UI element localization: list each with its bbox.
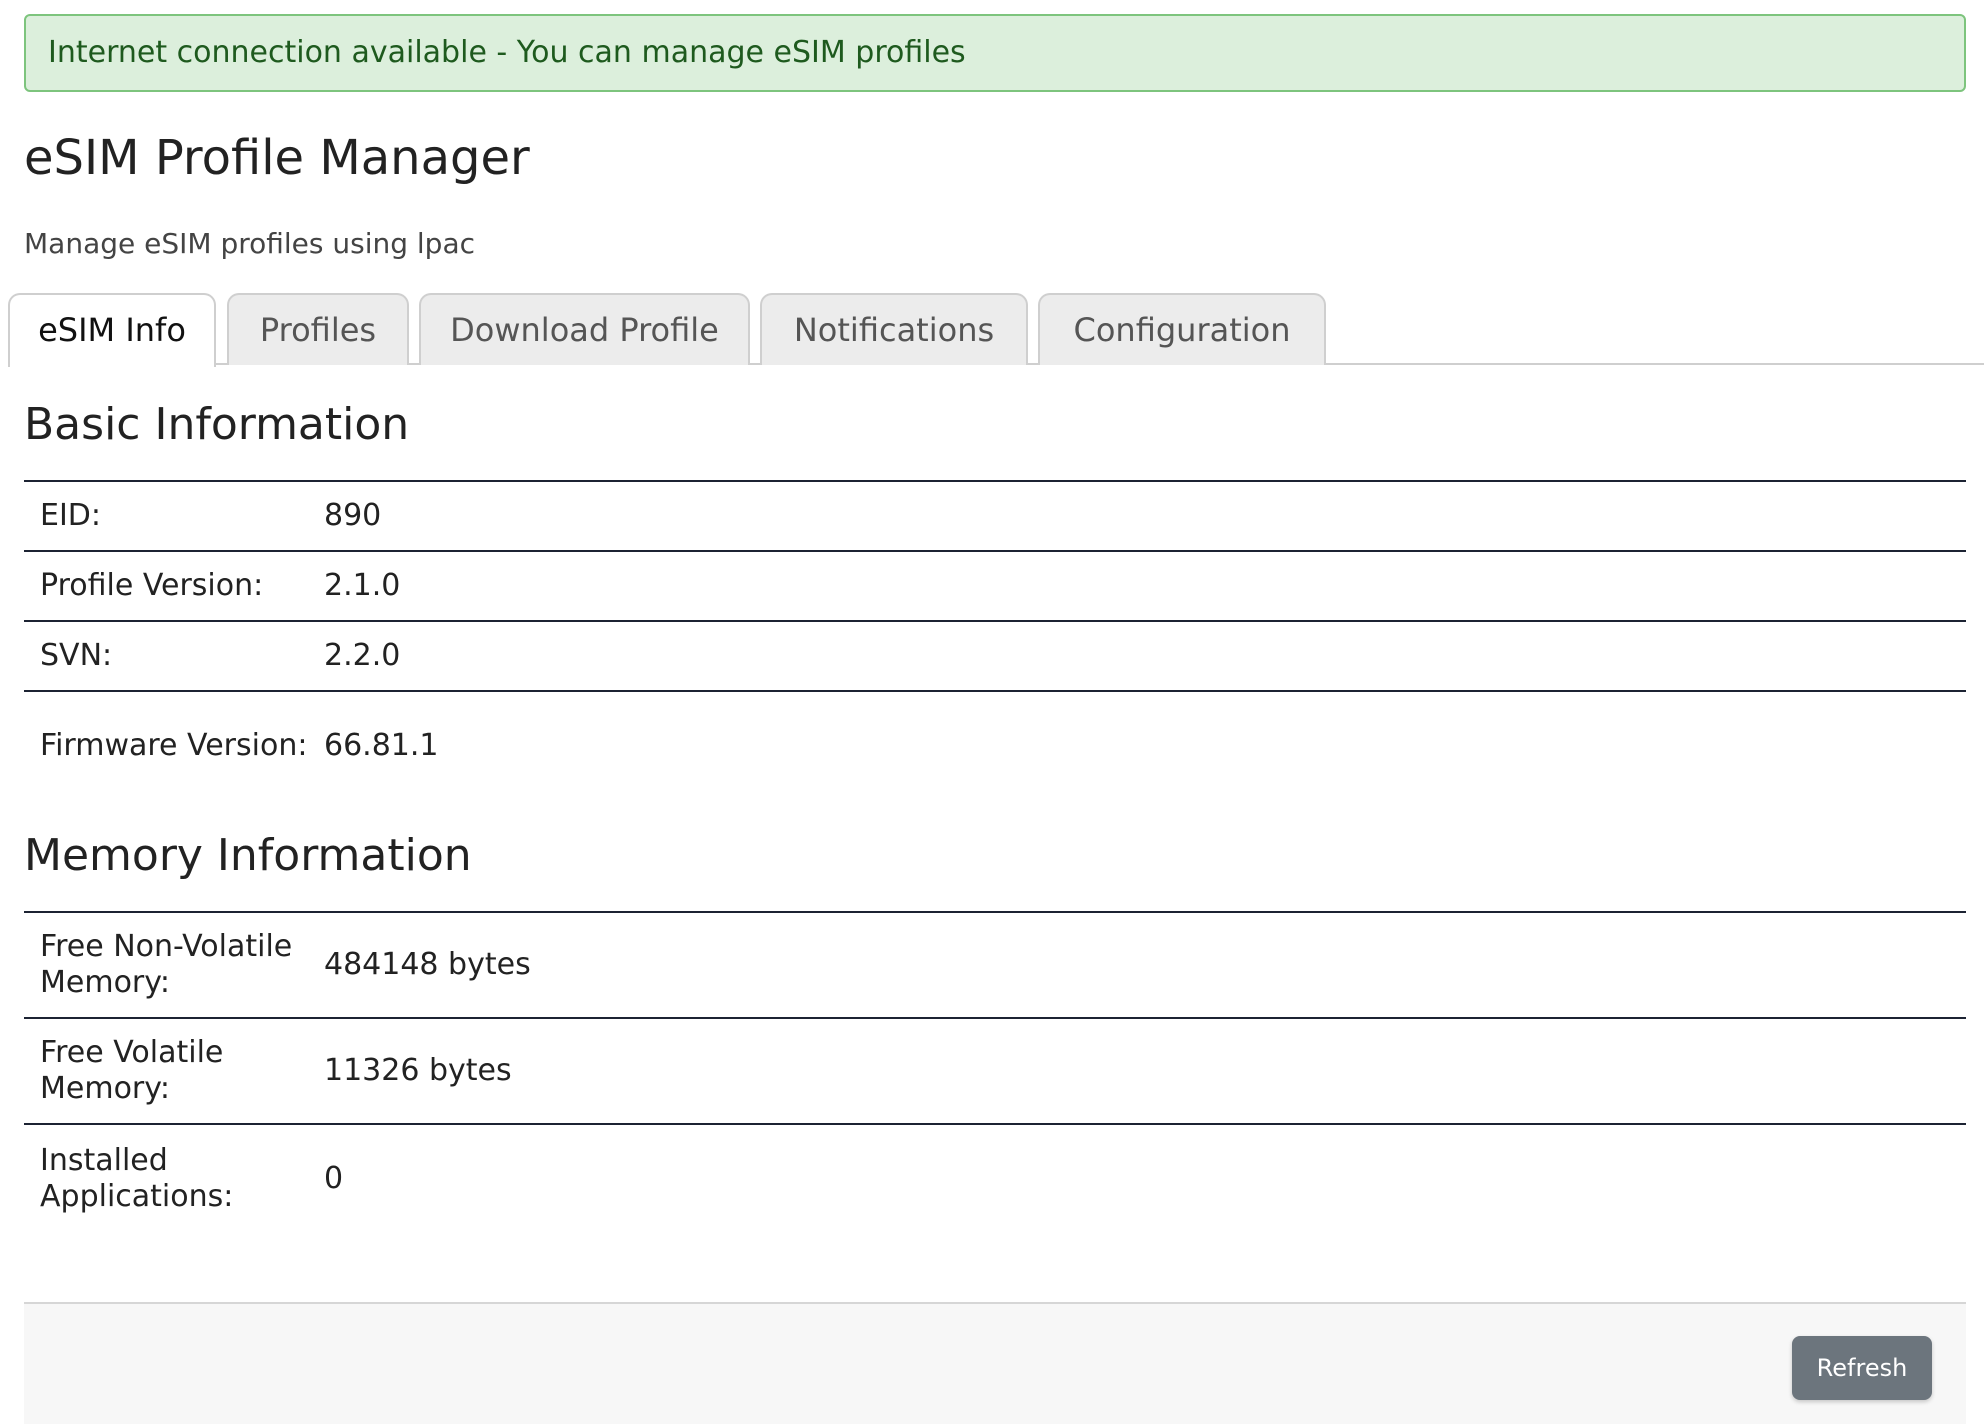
basic-information-heading: Basic Information (24, 399, 410, 450)
eid-value: 890 (324, 498, 382, 533)
svn-value: 2.2.0 (324, 638, 401, 673)
esim-manager-page: Internet connection available - You can … (0, 0, 1984, 1424)
tab-bar: eSIM Info Profiles Download Profile Noti… (8, 293, 1984, 367)
eid-label: EID: (40, 498, 102, 533)
page-subtitle: Manage eSIM profiles using lpac (24, 227, 476, 260)
free-volatile-memory-value: 11326 bytes (324, 1053, 512, 1088)
tab-profiles[interactable]: Profiles (227, 293, 409, 365)
basic-information-table: EID: 890 Profile Version: 2.1.0 SVN: 2.2… (24, 480, 1966, 800)
installed-applications-label: Installed Applications: (40, 1143, 234, 1214)
table-row: EID: 890 (24, 482, 1966, 552)
table-row: Free Volatile Memory: 11326 bytes (24, 1019, 1966, 1125)
table-row: Profile Version: 2.1.0 (24, 552, 1966, 622)
memory-information-table: Free Non-Volatile Memory: 484148 bytes F… (24, 911, 1966, 1233)
table-row: Free Non-Volatile Memory: 484148 bytes (24, 913, 1966, 1019)
tab-download-profile[interactable]: Download Profile (419, 293, 750, 365)
tab-configuration[interactable]: Configuration (1038, 293, 1326, 365)
tab-esim-info[interactable]: eSIM Info (8, 293, 216, 367)
footer-bar: Refresh (24, 1302, 1966, 1424)
connection-status-alert: Internet connection available - You can … (24, 14, 1966, 92)
free-volatile-memory-label: Free Volatile Memory: (40, 1035, 224, 1106)
table-row: Installed Applications: 0 (24, 1125, 1966, 1233)
profile-version-label: Profile Version: (40, 568, 264, 603)
memory-information-heading: Memory Information (24, 830, 472, 881)
firmware-version-label: Firmware Version: (40, 728, 308, 763)
installed-applications-value: 0 (324, 1161, 344, 1196)
free-non-volatile-memory-label: Free Non-Volatile Memory: (40, 929, 293, 1000)
page-title: eSIM Profile Manager (24, 130, 530, 186)
firmware-version-value: 66.81.1 (324, 728, 439, 763)
table-row: Firmware Version: 66.81.1 (24, 692, 1966, 800)
table-row: SVN: 2.2.0 (24, 622, 1966, 692)
free-non-volatile-memory-value: 484148 bytes (324, 947, 531, 982)
tab-notifications[interactable]: Notifications (760, 293, 1028, 365)
profile-version-value: 2.1.0 (324, 568, 401, 603)
refresh-button[interactable]: Refresh (1792, 1336, 1932, 1400)
svn-label: SVN: (40, 638, 113, 673)
